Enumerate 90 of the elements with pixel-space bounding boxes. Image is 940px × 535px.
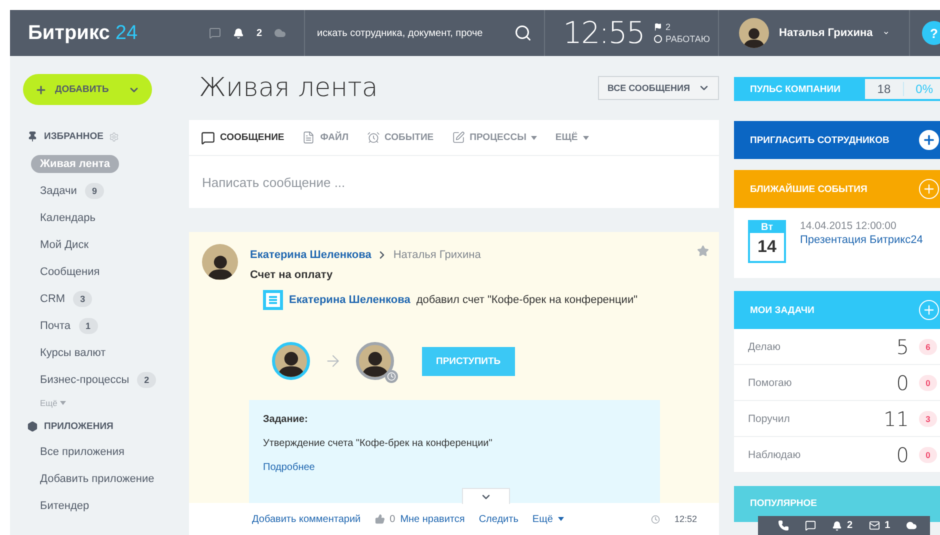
invite-button[interactable]: ПРИГЛАСИТЬ СОТРУДНИКОВ: [734, 121, 940, 159]
sidebar-item[interactable]: Почта: [40, 320, 71, 332]
pin-icon: [27, 131, 38, 142]
composer-tab[interactable]: СООБЩЕНИЕ: [201, 130, 284, 144]
activity-text: добавил счет "Кофе-брек на конференции": [416, 294, 638, 306]
avatar: [356, 342, 394, 380]
sidebar-item[interactable]: Курсы валют: [40, 346, 106, 358]
add-button[interactable]: ДОБАВИТЬ: [23, 74, 152, 105]
sidebar-item[interactable]: Добавить приложение: [40, 472, 154, 484]
author-link[interactable]: Екатерина Шеленкова: [289, 294, 410, 306]
events-title: БЛИЖАЙШИЕ СОБЫТИЯ: [750, 184, 868, 194]
pulse-title: ПУЛЬС КОМПАНИИ: [750, 84, 840, 94]
caret-icon: [531, 136, 538, 140]
search-field[interactable]: искать сотрудника, документ, проче: [317, 28, 510, 38]
bell-icon[interactable]: [233, 28, 244, 38]
author-link[interactable]: Екатерина Шеленкова: [250, 249, 372, 261]
search-icon[interactable]: [514, 24, 532, 42]
composer-tab[interactable]: ЕЩЁ: [555, 132, 589, 143]
mail-count: 1: [884, 520, 890, 531]
sidebar-item[interactable]: Сообщения: [40, 266, 100, 278]
task-row[interactable]: Поручил 11 3: [734, 401, 940, 437]
message-field[interactable]: Написать сообщение ...: [189, 156, 719, 208]
bell-icon[interactable]: [832, 520, 842, 530]
page-title: Живая лента: [199, 73, 378, 103]
composer-tab[interactable]: СОБЫТИЕ: [366, 131, 434, 144]
plus-icon: [35, 84, 47, 96]
section-title: ПРИЛОЖЕНИЯ: [44, 421, 114, 432]
task-row[interactable]: Наблюдаю 0 0: [734, 437, 940, 473]
sidebar-item[interactable]: Все приложения: [40, 446, 124, 458]
sidebar-item[interactable]: Календарь: [40, 212, 96, 224]
work-status[interactable]: РАБОТАЮ: [654, 34, 710, 44]
pulse-count: 18: [865, 82, 904, 96]
calendar-icon: Вт 14: [748, 220, 786, 263]
task-text: Утверждение счета "Кофе-брек на конференции": [263, 438, 494, 449]
sidebar-item[interactable]: CRM: [40, 292, 66, 304]
counter-badge: 1: [78, 318, 98, 334]
details-link[interactable]: Подробнее: [263, 462, 646, 473]
post-title: Счет на оплату: [250, 269, 334, 281]
counter-badge: 3: [73, 290, 92, 306]
invoice-icon: [263, 290, 283, 310]
sidebar-item[interactable]: Бизнес-процессы: [40, 374, 130, 386]
event-link[interactable]: Презентация Битрикс24: [800, 234, 923, 246]
like-count: 0: [390, 514, 396, 524]
task-label: Задание:: [263, 414, 309, 425]
mail-icon[interactable]: [868, 520, 880, 531]
more-link[interactable]: Ещё: [532, 514, 553, 524]
user-name[interactable]: Наталья Грихина: [779, 27, 873, 39]
popular-title: ПОПУЛЯРНОЕ: [750, 498, 818, 509]
task-row[interactable]: Делаю 5 6: [734, 329, 940, 365]
star-icon[interactable]: [697, 245, 709, 257]
clock-icon: [651, 514, 660, 524]
task-row[interactable]: Помогаю 0 0: [734, 365, 940, 401]
file-icon: [302, 131, 316, 144]
caret-icon: [60, 401, 66, 405]
clock-icon: [385, 370, 398, 383]
composer-tab[interactable]: ФАЙЛ: [302, 131, 349, 144]
post-time: 12:52: [674, 514, 697, 524]
comment-link[interactable]: Добавить комментарий: [252, 514, 361, 524]
phone-icon[interactable]: [778, 520, 789, 531]
counter-badge: 9: [84, 182, 104, 198]
sidebar-item[interactable]: Задачи: [40, 184, 77, 196]
logo[interactable]: Битрикс 24: [28, 22, 138, 44]
flag-count: 2: [654, 22, 710, 32]
tasks-title: МОИ ЗАДАЧИ: [750, 304, 814, 316]
edit-icon: [452, 131, 465, 144]
avatar: [202, 244, 238, 280]
follow-link[interactable]: Следить: [478, 514, 518, 524]
sidebar-item[interactable]: Мой Диск: [40, 238, 89, 250]
plus-icon: [919, 130, 939, 150]
thumbs-up-icon: [374, 514, 385, 524]
event-datetime: 14.04.2015 12:00:00: [800, 220, 898, 232]
notification-count: 2: [847, 520, 853, 531]
section-title: ИЗБРАННОЕ: [44, 131, 104, 142]
clock-time[interactable]: 12:55: [563, 16, 644, 50]
caret-icon: [582, 136, 589, 140]
recipient-name: Наталья Грихина: [393, 249, 481, 261]
counter-badge: 2: [137, 372, 156, 388]
avatar: [272, 342, 310, 380]
filter-dropdown[interactable]: ВСЕ СООБЩЕНИЯ: [598, 76, 719, 100]
pulse-bar[interactable]: ПУЛЬС КОМПАНИИ 18 0%: [734, 77, 940, 101]
pulse-percent: 0%: [914, 82, 934, 96]
composer-tab[interactable]: ПРОЦЕССЫ: [452, 131, 538, 144]
sidebar-item[interactable]: Битендер: [40, 500, 90, 512]
caret-icon: [558, 517, 564, 521]
notification-count: 2: [256, 28, 262, 38]
alarm-clock-icon: [366, 131, 380, 144]
like-link[interactable]: Мне нравится: [400, 514, 465, 524]
cloud-icon[interactable]: [906, 520, 918, 531]
avatar: [739, 18, 769, 48]
chat-icon: [201, 130, 215, 144]
